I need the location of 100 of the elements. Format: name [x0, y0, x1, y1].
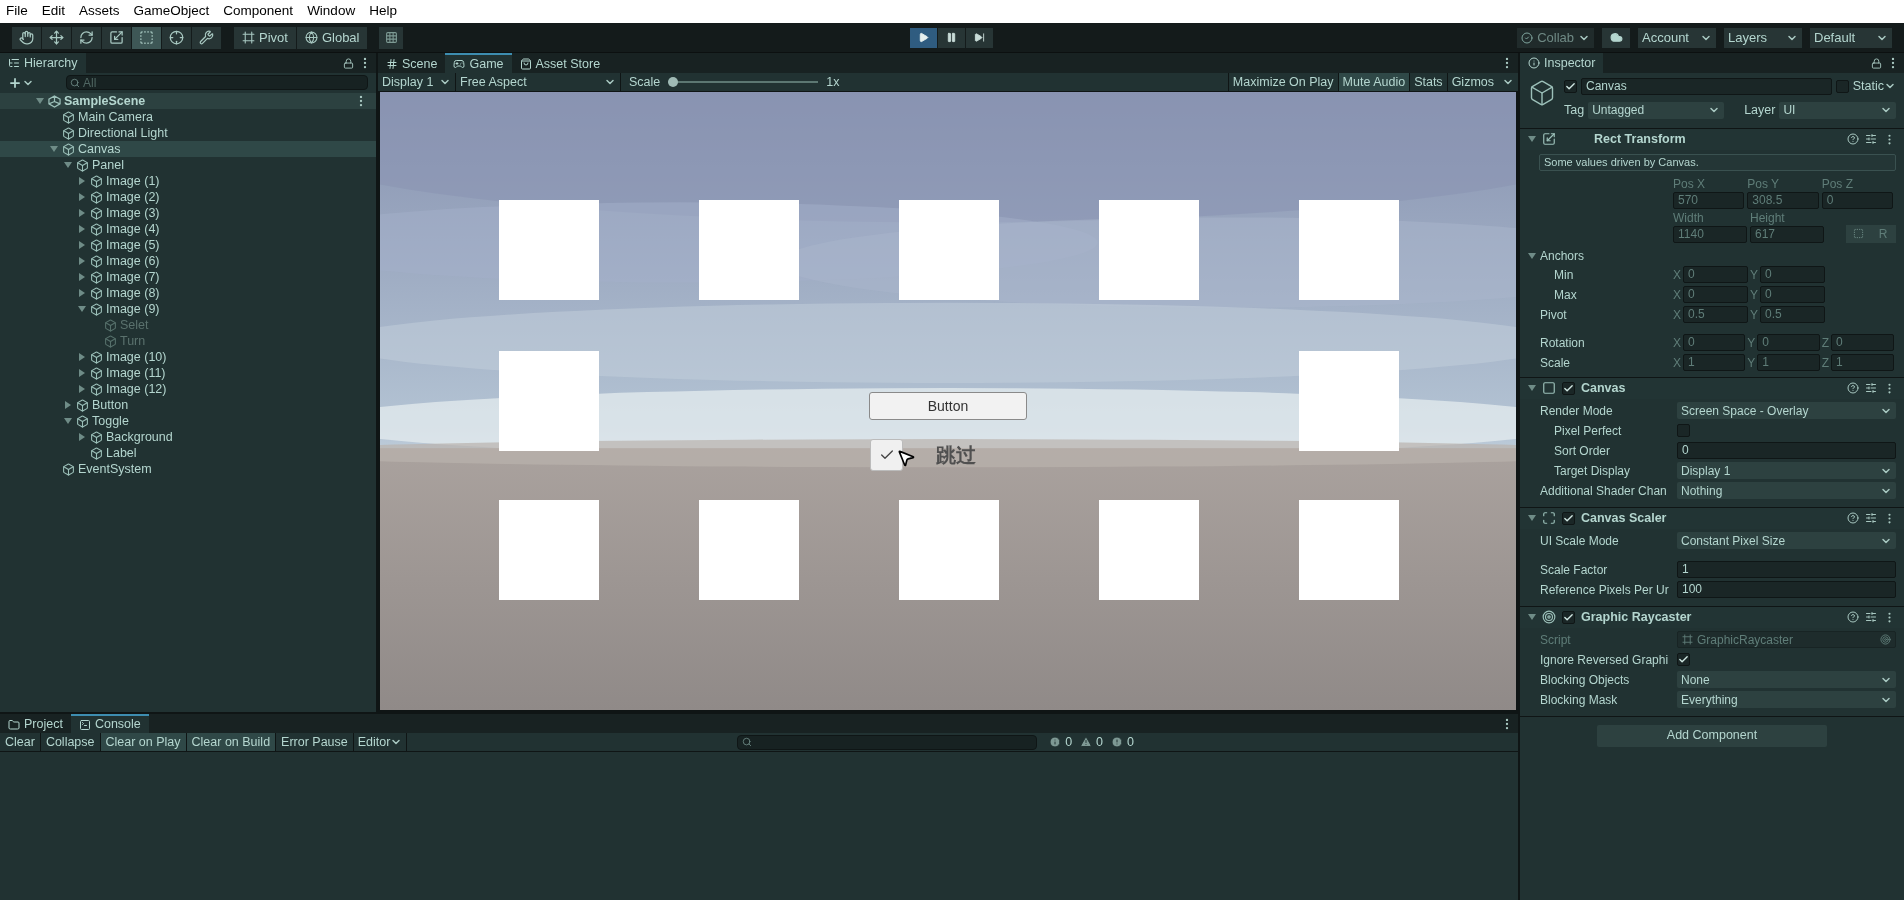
console-toggle-button[interactable]: Error Pause — [276, 733, 354, 751]
hierarchy-item[interactable]: Toggle — [0, 413, 376, 429]
toggle-option-button[interactable]: Stats — [1409, 73, 1447, 91]
help-icon[interactable] — [1847, 133, 1859, 145]
hierarchy-item[interactable]: Image (11) — [0, 365, 376, 381]
dropdown[interactable]: UI — [1779, 101, 1896, 119]
number-field[interactable]: 0.5 — [1683, 306, 1748, 323]
console-toggle-button[interactable]: Collapse — [40, 733, 101, 751]
number-field[interactable]: 100 — [1677, 581, 1896, 598]
disclosure-triangle-icon[interactable] — [1528, 135, 1536, 143]
dropdown[interactable]: None — [1677, 671, 1896, 688]
search-field[interactable]: All — [66, 75, 368, 90]
disclosure-triangle-icon[interactable] — [77, 193, 86, 201]
hierarchy-item[interactable]: Image (3) — [0, 205, 376, 221]
checkbox[interactable] — [870, 439, 903, 471]
collab-dropdown[interactable]: Collab — [1517, 27, 1594, 48]
panel-tab[interactable]: Scene — [378, 53, 446, 73]
aspect-dropdown[interactable]: Free Aspect — [456, 73, 621, 91]
tool-button[interactable] — [12, 26, 42, 49]
game-button[interactable]: Button — [869, 392, 1027, 420]
help-icon[interactable] — [1847, 512, 1859, 524]
add-button[interactable] — [8, 75, 34, 90]
checkbox[interactable] — [1562, 381, 1575, 395]
dropdown[interactable]: Everything — [1677, 691, 1896, 708]
number-field[interactable]: 0 — [1831, 334, 1894, 351]
disclosure-triangle-icon[interactable] — [77, 177, 86, 185]
hierarchy-item[interactable]: Image (7) — [0, 269, 376, 285]
hierarchy-item[interactable]: Button — [0, 397, 376, 413]
cube-icon[interactable] — [1528, 79, 1556, 107]
disclosure-triangle-icon[interactable] — [77, 257, 86, 265]
disclosure-triangle-icon[interactable] — [77, 241, 86, 249]
grid-snap-button[interactable] — [379, 26, 404, 49]
pivot-button[interactable]: Pivot — [234, 26, 296, 49]
checkbox[interactable] — [1562, 610, 1575, 624]
menu-item[interactable]: Component — [223, 1, 294, 22]
number-field[interactable]: 617 — [1750, 225, 1824, 243]
name-field[interactable]: Canvas — [1581, 77, 1832, 95]
disclosure-triangle-icon[interactable] — [1528, 613, 1536, 621]
scale-slider[interactable] — [668, 77, 819, 87]
menu-item[interactable]: Window — [307, 1, 356, 22]
panel-tab[interactable]: Project — [0, 714, 71, 733]
number-field[interactable]: 0 — [1760, 266, 1825, 283]
console-toggle-button[interactable]: Clear on Build — [186, 733, 277, 751]
search-field[interactable] — [737, 734, 1038, 750]
presets-icon[interactable] — [1865, 382, 1877, 394]
disclosure-triangle-icon[interactable] — [35, 97, 44, 105]
presets-icon[interactable] — [1865, 611, 1877, 623]
disclosure-triangle-icon[interactable] — [77, 225, 86, 233]
hierarchy-item[interactable]: Image (2) — [0, 189, 376, 205]
tool-button[interactable] — [162, 26, 192, 49]
hierarchy-item[interactable]: Panel — [0, 157, 376, 173]
panel-tab[interactable]: Console — [70, 714, 149, 733]
disclosure-triangle-icon[interactable] — [77, 273, 86, 281]
disclosure-triangle-icon[interactable] — [77, 433, 86, 441]
disclosure-triangle-icon[interactable] — [77, 305, 86, 313]
dropdown[interactable]: Display 1 — [1677, 462, 1896, 479]
lock-icon[interactable] — [1871, 57, 1882, 69]
slider-thumb[interactable] — [668, 77, 679, 87]
hierarchy-item[interactable]: Background — [0, 429, 376, 445]
number-field[interactable]: 0 — [1683, 266, 1748, 283]
checkbox[interactable] — [1835, 79, 1849, 93]
message-count-button[interactable]: 0 — [1107, 733, 1138, 751]
cloud-button[interactable] — [1602, 27, 1630, 48]
checkbox[interactable] — [1677, 424, 1690, 437]
menu-item[interactable]: Edit — [41, 1, 66, 22]
menu-item[interactable]: GameObject — [133, 1, 210, 22]
dropdown[interactable]: Untagged — [1588, 101, 1725, 119]
hierarchy-item[interactable]: Main Camera — [0, 109, 376, 125]
disclosure-triangle-icon[interactable] — [49, 145, 58, 153]
tool-button[interactable] — [102, 26, 132, 49]
add-component-button[interactable]: Add Component — [1597, 724, 1827, 747]
dropdown[interactable]: Nothing — [1677, 482, 1896, 499]
number-field[interactable]: 0.5 — [1760, 306, 1825, 323]
hierarchy-item[interactable]: Image (1) — [0, 173, 376, 189]
number-field[interactable]: 308.5 — [1747, 191, 1819, 209]
hierarchy-tab[interactable]: Hierarchy — [0, 53, 86, 73]
toggle-option-button[interactable]: Mute Audio — [1337, 73, 1410, 91]
pause-button[interactable] — [938, 27, 966, 48]
dropdown[interactable]: Screen Space - Overlay — [1677, 402, 1896, 419]
tool-button[interactable] — [72, 26, 102, 49]
number-field[interactable]: 0 — [1677, 442, 1896, 459]
number-field[interactable]: 1 — [1677, 561, 1896, 578]
dropdown[interactable]: Constant Pixel Size — [1677, 532, 1896, 549]
hierarchy-item[interactable]: EventSystem — [0, 461, 376, 477]
inspector-tab[interactable]: Inspector — [1520, 53, 1604, 73]
checkbox[interactable] — [1677, 653, 1690, 666]
console-toggle-button[interactable]: Clear on Play — [100, 733, 187, 751]
disclosure-triangle-icon[interactable] — [77, 209, 86, 217]
global-button[interactable]: Global — [296, 26, 368, 49]
hierarchy-item[interactable]: Canvas — [0, 141, 376, 157]
disclosure-triangle-icon[interactable] — [63, 401, 72, 409]
help-icon[interactable] — [1847, 611, 1859, 623]
hierarchy-item[interactable]: Image (8) — [0, 285, 376, 301]
hierarchy-item[interactable]: Image (4) — [0, 221, 376, 237]
hierarchy-item[interactable]: Directional Light — [0, 125, 376, 141]
message-count-button[interactable]: 0 — [1076, 733, 1108, 751]
tool-button[interactable] — [132, 26, 162, 49]
disclosure-triangle-icon[interactable] — [1528, 251, 1536, 260]
editor-dropdown[interactable]: Editor — [353, 733, 408, 751]
hierarchy-item[interactable]: Image (9) — [0, 301, 376, 317]
